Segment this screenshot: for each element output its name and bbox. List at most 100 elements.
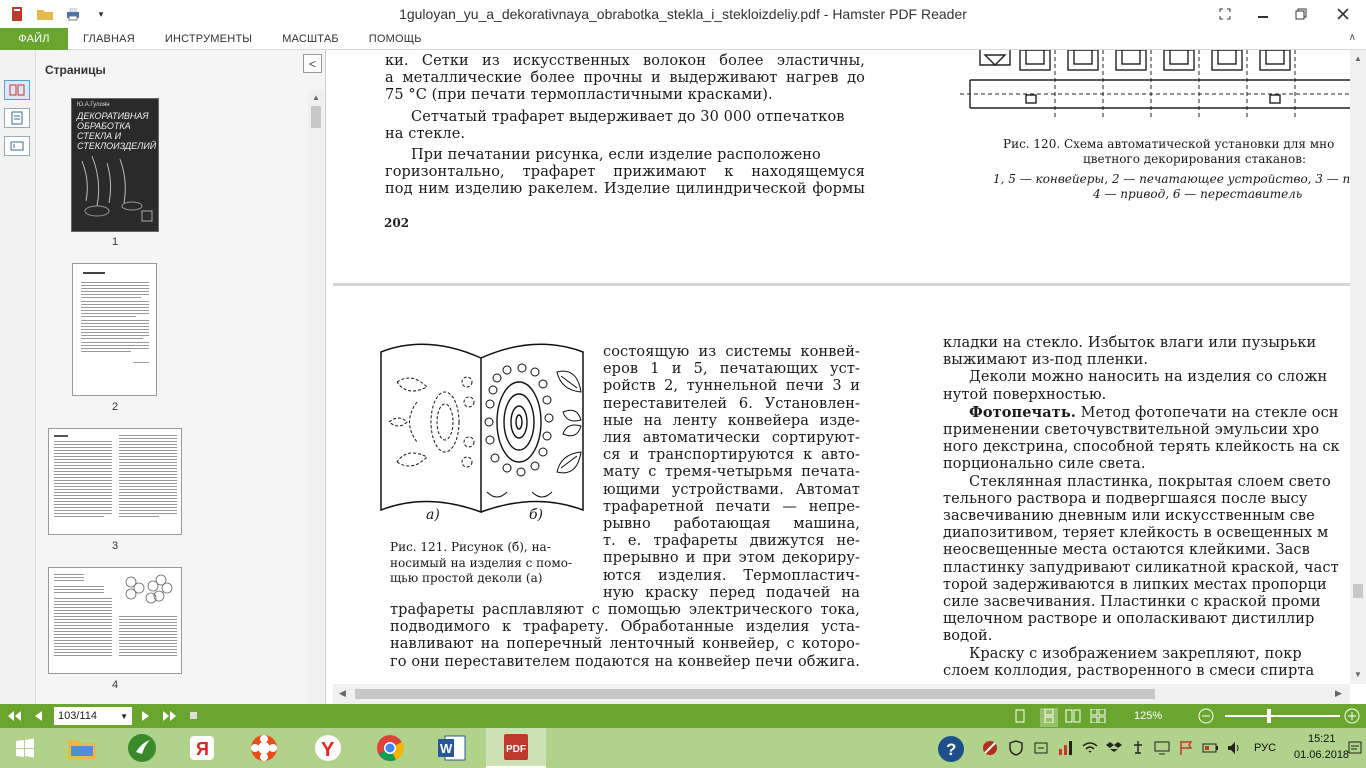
right-page-text: кладки на стекло. Избыток влаги или пузы… <box>943 335 1350 680</box>
page-thumbnail-1[interactable]: Ю.А.Гулоян ДЕКОРАТИВНАЯ ОБРАБОТКА СТЕКЛА… <box>71 98 159 232</box>
tray-monitor-icon[interactable] <box>1154 740 1170 759</box>
zoom-slider[interactable] <box>1225 709 1340 723</box>
minimize-button[interactable] <box>1244 0 1282 28</box>
page-dropdown-icon[interactable]: ▼ <box>120 712 128 721</box>
tab-help[interactable]: ПОМОЩЬ <box>354 28 437 50</box>
two-page-view-icon[interactable] <box>1065 709 1081 726</box>
text-line: Стеклянная пластинка, покрытая слоем све… <box>969 473 1331 490</box>
two-page-continuous-icon[interactable] <box>1090 708 1106 726</box>
horizontal-scroll-thumb[interactable] <box>355 689 1155 699</box>
print-icon[interactable] <box>62 3 84 25</box>
language-indicator[interactable]: РУС <box>1254 742 1276 754</box>
single-page-view-icon[interactable] <box>1014 709 1026 726</box>
clock-date[interactable]: 01.06.2018 <box>1294 749 1349 761</box>
start-button[interactable] <box>0 728 50 768</box>
ribbon-collapse-icon[interactable]: ∧ <box>1349 32 1356 43</box>
quick-access-dropdown-icon[interactable]: ▾ <box>90 3 112 25</box>
side-toolbar <box>0 50 36 704</box>
text-line: Краску с изображением закрепляют, покр <box>969 645 1302 662</box>
notifications-icon[interactable] <box>1348 740 1362 759</box>
page-thumbnail-3[interactable] <box>48 428 182 535</box>
top-page-text: ки. Сетки из искусственных волокон более… <box>385 53 865 199</box>
pages-scroll-thumb[interactable] <box>311 106 321 128</box>
pages-panel-title: Страницы <box>45 63 106 77</box>
scroll-right-icon[interactable]: ▶ <box>1335 688 1342 699</box>
vertical-scroll-thumb[interactable] <box>1353 584 1363 598</box>
continuous-view-icon[interactable] <box>1040 708 1058 727</box>
tray-network-icon[interactable] <box>1033 740 1049 759</box>
app-icon[interactable] <box>6 3 28 25</box>
first-page-icon[interactable] <box>4 706 24 726</box>
tray-antivirus-icon[interactable] <box>982 740 998 759</box>
document-horizontal-scrollbar[interactable]: ◀ ▶ <box>333 684 1350 704</box>
page-thumbnail-4[interactable] <box>48 567 182 674</box>
text-line: навливают на поперечный ленточный конвей… <box>390 636 860 653</box>
stop-icon[interactable] <box>184 706 204 726</box>
taskbar-yandex[interactable]: Y <box>298 728 358 768</box>
tab-file[interactable]: ФАЙЛ <box>0 27 68 50</box>
tray-flag-icon[interactable] <box>1178 740 1194 759</box>
next-page-icon[interactable] <box>136 706 156 726</box>
pages-panel-scrollbar[interactable]: ▲ <box>308 90 324 704</box>
document-vertical-scrollbar[interactable]: ▲ ▼ <box>1350 50 1366 684</box>
pages-view-icon[interactable] <box>4 80 30 100</box>
collapse-panel-button[interactable]: < <box>303 54 322 73</box>
help-icon[interactable]: ? <box>936 734 966 767</box>
taskbar-word[interactable]: W <box>422 728 482 768</box>
text-line: диапозитивом, теряет клейкость в освещен… <box>943 525 1329 542</box>
figure-121-caption: Рис. 121. Рисунок (б), на- носимый на из… <box>390 540 586 587</box>
tray-chart-icon[interactable] <box>1058 740 1076 759</box>
tray-usb-icon[interactable] <box>1130 740 1146 759</box>
clock-time[interactable]: 15:21 <box>1308 733 1336 745</box>
scroll-down-icon[interactable]: ▼ <box>1354 670 1362 679</box>
page-thumbnail-2[interactable] <box>72 263 157 396</box>
text-line: ного декстрина, способной терять клейкос… <box>943 439 1340 456</box>
cover-author: Ю.А.Гулоян <box>77 102 110 108</box>
document-view[interactable]: ки. Сетки из искусственных волокон более… <box>333 50 1350 684</box>
text-line: торой задерживаются в липких местах проп… <box>943 576 1327 593</box>
fullscreen-icon[interactable] <box>1206 0 1244 28</box>
tray-wifi-icon[interactable] <box>1082 740 1098 759</box>
pages-panel: Страницы < Ю.А.Гулоян ДЕКОРАТИВНАЯ ОБРАБ… <box>36 50 326 704</box>
restore-button[interactable] <box>1282 0 1320 28</box>
taskbar-evernote[interactable] <box>112 728 172 768</box>
close-button[interactable] <box>1320 0 1366 28</box>
svg-text:Y: Y <box>321 739 335 761</box>
page-number: 202 <box>384 216 410 230</box>
caption-line: Рис. 121. Рисунок (б), на- <box>390 540 551 554</box>
tray-battery-icon[interactable] <box>1202 740 1220 759</box>
text-line: ются изделия. Термопластич- <box>603 567 860 584</box>
layers-icon[interactable] <box>4 136 30 156</box>
page-number-field[interactable]: 103/114 ▼ <box>54 707 132 725</box>
scroll-left-icon[interactable]: ◀ <box>339 688 346 699</box>
scroll-up-icon[interactable]: ▲ <box>1354 54 1362 63</box>
tray-dropbox-icon[interactable] <box>1106 740 1122 759</box>
taskbar-chrome[interactable] <box>360 728 420 768</box>
zoom-out-icon[interactable] <box>1198 708 1214 727</box>
zoom-slider-knob[interactable] <box>1266 709 1271 723</box>
tab-zoom[interactable]: МАСШТАБ <box>267 28 354 50</box>
tray-shield-icon[interactable] <box>1008 740 1024 759</box>
tab-home[interactable]: ГЛАВНАЯ <box>68 28 150 50</box>
text-line: слоем коллодия, растворенного в смеси сп… <box>943 662 1315 679</box>
tray-volume-icon[interactable] <box>1226 740 1242 759</box>
scroll-up-icon[interactable]: ▲ <box>312 93 320 102</box>
tab-tools[interactable]: ИНСТРУМЕНТЫ <box>150 28 267 50</box>
bookmarks-icon[interactable] <box>4 108 30 128</box>
taskbar-pdf-reader[interactable]: PDF <box>486 728 546 768</box>
last-page-icon[interactable] <box>160 706 180 726</box>
taskbar-yandex-browser[interactable]: Я <box>172 728 232 768</box>
text-line: прерывно и при этом декориру- <box>603 550 860 567</box>
taskbar: Я Y W PDF ? РУС 15:21 01.06.2018 <box>0 728 1366 768</box>
taskbar-file-explorer[interactable] <box>52 728 112 768</box>
previous-page-icon[interactable] <box>28 706 48 726</box>
figure-120-caption: Рис. 120. Схема автоматической установки… <box>993 137 1350 202</box>
caption-line: цветного декорирования стаканов: <box>1083 152 1307 166</box>
open-folder-icon[interactable] <box>34 3 56 25</box>
taskbar-colorful-app[interactable] <box>234 728 294 768</box>
text-line: го они переставителем подаются на конвей… <box>390 653 860 670</box>
zoom-in-icon[interactable] <box>1344 708 1360 727</box>
ribbon-tabs: ФАЙЛ ГЛАВНАЯ ИНСТРУМЕНТЫ МАСШТАБ ПОМОЩЬ … <box>0 27 1366 50</box>
page-indicator: 103/114 <box>58 710 97 722</box>
text-line: состоящую из системы конвей- <box>603 344 860 360</box>
